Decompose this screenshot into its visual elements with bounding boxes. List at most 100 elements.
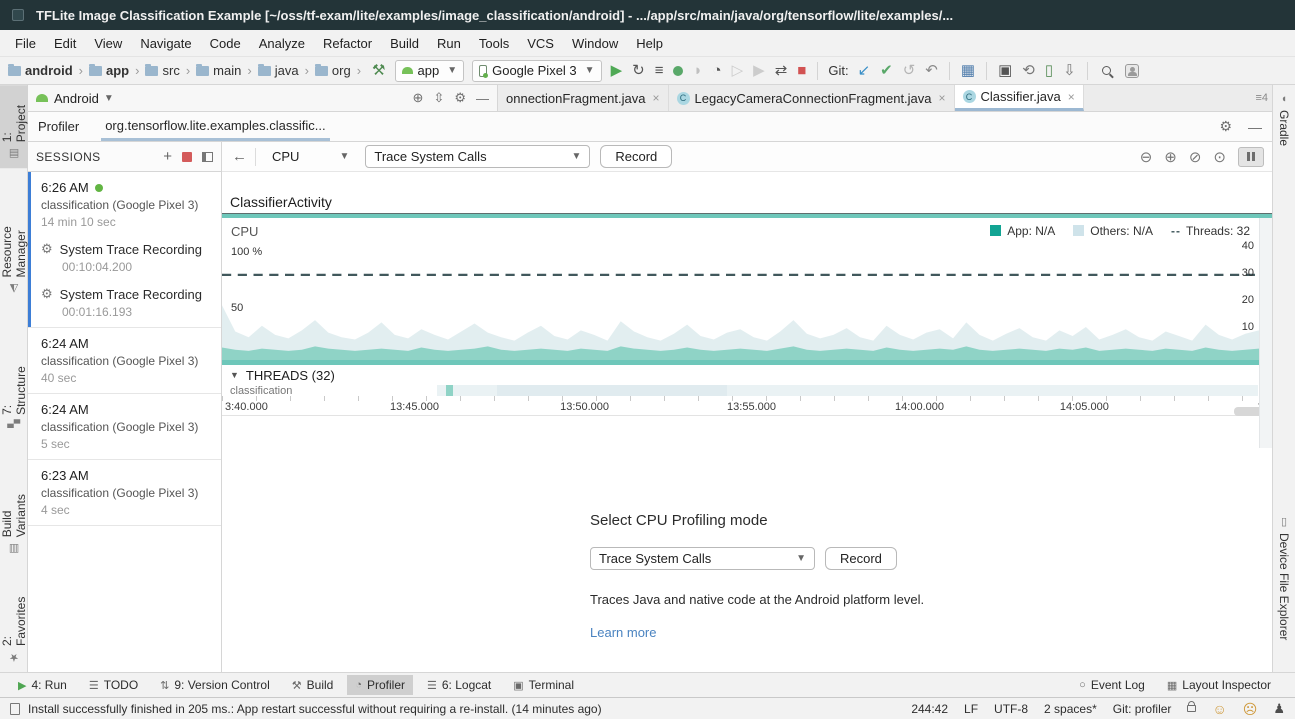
menu-tools[interactable]: Tools	[470, 32, 518, 55]
close-icon[interactable]: ×	[1068, 90, 1075, 104]
layout-inspector-button[interactable]: ▦Layout Inspector	[1159, 675, 1279, 695]
tool-strip-device-file-explorer[interactable]: ▯Device File Explorer	[1277, 507, 1291, 648]
locate-file-icon[interactable]: ⊕	[413, 90, 424, 106]
git-update-icon[interactable]: ↙	[858, 63, 871, 78]
happy-face-icon[interactable]: ☺	[1212, 702, 1226, 716]
session-item[interactable]: 6:23 AM classification (Google Pixel 3) …	[28, 460, 221, 526]
sync-icon[interactable]: ⇄	[775, 63, 788, 78]
tool-strip-build-variants[interactable]: ▥Build Variants	[0, 458, 28, 563]
monitor-selector[interactable]: CPU▼	[266, 149, 355, 164]
project-view-selector[interactable]: Android	[54, 91, 99, 106]
thread-row[interactable]: classification	[222, 385, 1272, 396]
close-icon[interactable]: ×	[939, 91, 946, 105]
run-icon[interactable]: ▶	[611, 63, 623, 78]
run-config-selector[interactable]: app▼	[395, 60, 465, 82]
hidden-tabs-icon[interactable]: ≡4	[1255, 92, 1268, 104]
reset-zoom-icon[interactable]: ⊘	[1189, 148, 1202, 166]
hide-panel-icon[interactable]: —	[1248, 119, 1262, 135]
git-commit-icon[interactable]: ✔	[880, 63, 893, 78]
pause-live-button[interactable]	[1238, 147, 1264, 167]
tool-window-build[interactable]: ⚒Build	[284, 675, 342, 695]
sad-face-icon[interactable]: ☹	[1243, 702, 1258, 716]
tool-window-logcat[interactable]: ☰6: Logcat	[419, 675, 499, 695]
hide-panel-icon[interactable]: —	[476, 91, 489, 106]
profile-avatar-icon[interactable]	[1125, 64, 1139, 78]
breadcrumb-main[interactable]: main	[196, 63, 258, 78]
breadcrumb-android[interactable]: android	[8, 63, 89, 78]
attach-debugger-icon[interactable]: ◗	[693, 63, 702, 78]
back-arrow-icon[interactable]: ←	[232, 148, 247, 165]
stop-icon[interactable]: ■	[797, 63, 806, 78]
session-recording[interactable]: ⚙System Trace Recording 00:01:16.193	[41, 286, 211, 319]
indent-setting[interactable]: 2 spaces*	[1044, 702, 1097, 716]
breadcrumb-java[interactable]: java	[258, 63, 315, 78]
tool-strip-structure[interactable]: ▚7: Structure	[0, 346, 28, 436]
menu-window[interactable]: Window	[563, 32, 627, 55]
breadcrumb-app[interactable]: app	[89, 63, 145, 78]
tab-legacy-camera-connection-fragment[interactable]: C LegacyCameraConnectionFragment.java×	[669, 85, 955, 111]
session-item[interactable]: 6:24 AM classification (Google Pixel 3) …	[28, 328, 221, 394]
zoom-to-selection-icon[interactable]: ⊙	[1213, 148, 1226, 166]
build-hammer-icon[interactable]: ⚒	[372, 63, 385, 78]
stop-session-icon[interactable]	[182, 152, 192, 162]
learn-more-link[interactable]: Learn more	[590, 625, 924, 640]
record-button[interactable]: Record	[825, 547, 897, 570]
tool-window-profiler[interactable]: ◔Profiler	[347, 675, 413, 695]
zoom-in-icon[interactable]: ⊕	[1164, 148, 1177, 166]
gear-icon[interactable]: ⚙	[454, 90, 466, 106]
add-session-icon[interactable]: +	[163, 148, 172, 165]
run-anything-icon[interactable]: ▣	[998, 63, 1012, 78]
collapse-panel-icon[interactable]	[202, 152, 213, 162]
line-separator[interactable]: LF	[964, 702, 978, 716]
chevron-down-icon[interactable]: ▼	[104, 93, 114, 104]
search-icon[interactable]	[1102, 66, 1111, 75]
menu-view[interactable]: View	[85, 32, 131, 55]
tool-strip-project[interactable]: ▤1: Project	[0, 85, 28, 168]
tool-window-run[interactable]: ▶4: Run	[10, 675, 75, 695]
gear-icon[interactable]: ⚙	[1219, 118, 1232, 135]
git-branch[interactable]: Git: profiler	[1113, 702, 1172, 716]
tab-camera-connection-fragment[interactable]: onnectionFragment.java×	[498, 85, 669, 111]
collapse-triangle-icon[interactable]: ▼	[230, 370, 239, 380]
menu-code[interactable]: Code	[201, 32, 250, 55]
menu-file[interactable]: File	[6, 32, 45, 55]
breadcrumb-org[interactable]: org	[315, 63, 367, 78]
menu-navigate[interactable]: Navigate	[131, 32, 200, 55]
tab-classifier[interactable]: C Classifier.java×	[955, 85, 1084, 111]
menu-edit[interactable]: Edit	[45, 32, 85, 55]
file-encoding[interactable]: UTF-8	[994, 702, 1028, 716]
menu-run[interactable]: Run	[428, 32, 470, 55]
project-structure-icon[interactable]: ▦	[961, 63, 975, 78]
record-button[interactable]: Record	[600, 145, 672, 168]
menu-refactor[interactable]: Refactor	[314, 32, 381, 55]
git-rollback-icon[interactable]: ↶	[925, 63, 938, 78]
lock-icon[interactable]	[1187, 705, 1196, 712]
cpu-chart[interactable]: CPU 100 % 50 App: N/A Others: N/A --Thre…	[222, 218, 1272, 360]
session-item[interactable]: 6:26 AM classification (Google Pixel 3) …	[28, 172, 221, 328]
timeline-axis[interactable]: 3:40.000 13:45.000 13:50.000 13:55.000 1…	[222, 396, 1272, 416]
sdk-manager-icon[interactable]: ⇩	[1063, 63, 1076, 78]
collapse-all-icon[interactable]: ⇳	[433, 90, 444, 106]
profiler-session-tab[interactable]: org.tensorflow.lite.examples.classific..…	[101, 112, 329, 141]
zoom-out-icon[interactable]: ⊖	[1140, 148, 1153, 166]
profiling-mode-selector[interactable]: Trace System Calls▼	[590, 547, 815, 570]
gradle-sync-icon[interactable]: ⟲	[1022, 63, 1035, 78]
menu-vcs[interactable]: VCS	[518, 32, 563, 55]
threads-section-header[interactable]: ▼ THREADS (32)	[222, 365, 1272, 385]
device-selector[interactable]: Google Pixel 3▼	[472, 60, 601, 82]
vertical-scrollbar-track[interactable]	[1259, 218, 1272, 448]
session-recording[interactable]: ⚙System Trace Recording 00:10:04.200	[41, 241, 211, 274]
menu-help[interactable]: Help	[627, 32, 672, 55]
menu-build[interactable]: Build	[381, 32, 428, 55]
tool-window-todo[interactable]: ☰TODO	[81, 675, 146, 695]
apply-changes-icon[interactable]: ↻	[632, 63, 645, 78]
caret-position[interactable]: 244:42	[911, 702, 948, 716]
session-item[interactable]: 6:24 AM classification (Google Pixel 3) …	[28, 394, 221, 460]
run-dashboard-icon[interactable]: ≡	[655, 63, 664, 78]
avd-manager-icon[interactable]: ▯	[1045, 63, 1053, 78]
breadcrumb-src[interactable]: src	[145, 63, 196, 78]
tool-window-terminal[interactable]: ▣Terminal	[505, 675, 582, 695]
close-icon[interactable]: ×	[652, 91, 659, 105]
trace-mode-selector[interactable]: Trace System Calls▼	[365, 145, 590, 168]
tool-strip-resource-manager[interactable]: ◮Resource Manager	[0, 170, 28, 304]
